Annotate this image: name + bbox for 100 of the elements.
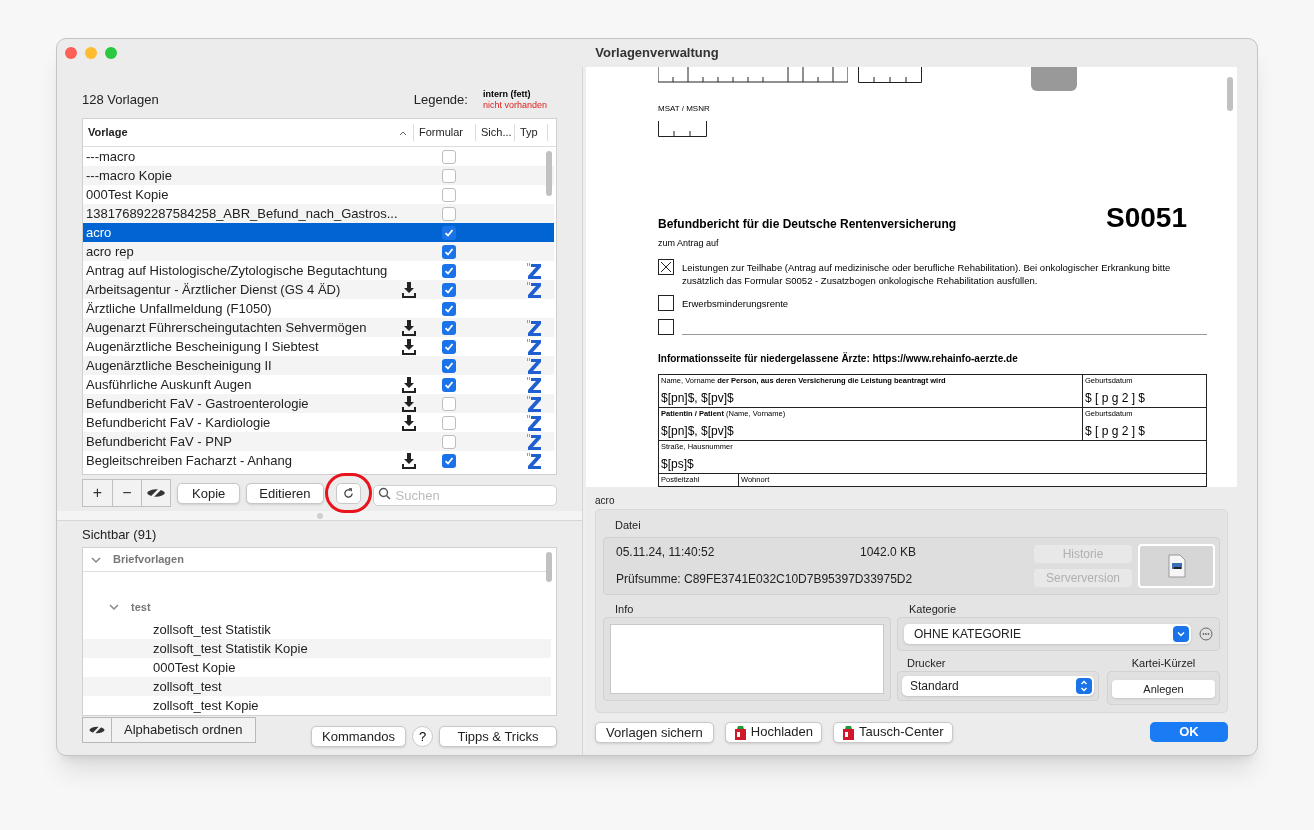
checkbox[interactable] <box>442 453 456 468</box>
tree-item[interactable]: zollsoft_test Statistik Kopie <box>83 639 551 658</box>
search-field[interactable]: Suchen <box>372 484 557 506</box>
z-logo-icon <box>526 337 542 356</box>
copy-button[interactable]: Kopie <box>177 482 241 504</box>
template-name: Befundbericht FaV - Gastroenterologie <box>85 394 310 413</box>
checkbox[interactable] <box>442 396 456 411</box>
file-label: Datei <box>614 518 642 533</box>
commands-button[interactable]: Kommandos <box>311 726 406 747</box>
tree-item[interactable]: zollsoft_test Statistik <box>83 620 551 639</box>
chevron-icon[interactable] <box>91 554 101 565</box>
checkbox[interactable] <box>442 377 456 392</box>
template-row[interactable]: 138176892287584258_ABR_Befund_nach_Gastros... <box>83 204 554 223</box>
field-value: $ [ p g 2 ] $ <box>1085 422 1147 440</box>
z-logo-icon <box>526 356 542 375</box>
file-preview[interactable] <box>1138 543 1215 588</box>
template-row[interactable]: acro <box>83 223 554 242</box>
group-label: test <box>131 599 151 615</box>
tips-button[interactable]: Tipps & Tricks <box>439 726 557 747</box>
checkbox[interactable] <box>442 168 456 183</box>
template-row[interactable]: Augenarzt Führerscheingutachten Sehvermögen <box>83 318 554 337</box>
checkbox[interactable] <box>442 263 456 278</box>
exchange-center-button[interactable]: Tausch-Center <box>833 721 953 743</box>
template-name: Augenärztliche Bescheinigung I Siebtest <box>85 337 320 356</box>
create-button[interactable]: Anlegen <box>1112 679 1215 698</box>
scrollbar-thumb[interactable] <box>1227 77 1233 111</box>
gift-bag-icon <box>842 724 855 740</box>
z-logo-icon <box>526 413 542 432</box>
tree-item[interactable]: 000Test Kopie <box>83 658 551 677</box>
category-label: Kategorie <box>908 601 958 615</box>
template-name: 138176892287584258_ABR_Befund_nach_Gastros... <box>85 204 399 223</box>
checkbox[interactable] <box>442 339 456 354</box>
window-title: Vorlagenverwaltung <box>595 44 719 63</box>
column-header[interactable]: Formular <box>413 124 475 141</box>
field-value: $[ps]$ <box>661 455 695 473</box>
group-label: Briefvorlagen <box>113 552 184 568</box>
scrollbar-thumb[interactable] <box>546 552 552 582</box>
z-logo-icon <box>526 318 542 337</box>
add-button[interactable]: + <box>83 480 112 506</box>
tree-item[interactable]: zollsoft_test Kopie <box>83 696 551 715</box>
tree-item[interactable]: zollsoft_test <box>83 677 551 696</box>
legend-bold: intern (fett) <box>482 89 532 100</box>
checkbox[interactable] <box>442 320 456 335</box>
checkbox[interactable] <box>442 149 456 164</box>
save-templates-button[interactable]: Vorlagen sichern <box>595 721 714 743</box>
file-date: 05.11.24, 11:40:52 <box>616 544 716 561</box>
edit-button[interactable]: Editieren <box>246 482 324 504</box>
template-name: ---macro <box>85 147 137 166</box>
template-row[interactable]: acro rep <box>83 242 554 261</box>
template-row[interactable]: Arbeitsagentur - Ärztlicher Dienst (GS 4 ÄD) <box>83 280 554 299</box>
template-row[interactable]: ---macro Kopie <box>83 166 554 185</box>
checkbox[interactable] <box>442 244 456 259</box>
download-icon <box>402 376 416 393</box>
printer-label: Drucker <box>906 655 947 669</box>
checkbox[interactable] <box>442 358 456 373</box>
checkbox[interactable] <box>442 301 456 316</box>
checkbox[interactable] <box>442 206 456 221</box>
template-name: acro <box>595 494 616 507</box>
checkbox[interactable] <box>442 187 456 202</box>
checkbox[interactable] <box>442 415 456 430</box>
checkbox[interactable] <box>442 282 456 297</box>
template-name: acro rep <box>85 242 135 261</box>
info-field[interactable] <box>610 623 884 694</box>
checkbox[interactable] <box>442 434 456 449</box>
help-button[interactable]: ? <box>412 726 433 747</box>
close-window-button[interactable] <box>65 47 77 59</box>
scrollbar-thumb[interactable] <box>546 151 552 196</box>
chevron-down-icon <box>1173 625 1189 642</box>
download-icon <box>402 319 416 336</box>
column-header[interactable]: Typ <box>514 124 548 141</box>
visible-count: Sichtbar (91) <box>82 527 158 543</box>
short-label: Kartei-Kürzel <box>1130 655 1197 669</box>
template-name: Ärztliche Unfallmeldung (F1050) <box>85 299 273 318</box>
checksum: Prüfsumme: C89FE3741E032C10D7B95397D33975D2 <box>616 571 914 588</box>
printer-select[interactable]: Standard <box>902 675 1094 696</box>
template-name: Arbeitsagentur - Ärztlicher Dienst (GS 4 ÄD) <box>85 280 342 299</box>
template-row[interactable]: Augenärztliche Bescheinigung II <box>83 356 554 375</box>
more-icon[interactable] <box>1199 626 1213 641</box>
download-icon <box>402 281 416 298</box>
template-row[interactable]: Befundbericht FaV - Gastroenterologie <box>83 394 554 413</box>
search-icon <box>377 486 391 500</box>
template-name: Ausführliche Auskunft Augen <box>85 375 253 394</box>
zoom-window-button[interactable] <box>105 47 117 59</box>
column-header[interactable]: Vorlage <box>83 124 399 141</box>
field-value: $[pn]$, $[pv]$ <box>661 422 735 440</box>
checkbox[interactable] <box>442 225 456 240</box>
category-select[interactable]: OHNE KATEGORIE <box>904 623 1191 644</box>
z-logo-icon <box>526 261 542 280</box>
template-row[interactable]: Befundbericht FaV - PNP <box>83 432 554 451</box>
upload-button[interactable]: Hochladen <box>724 721 822 743</box>
eye-slash-icon <box>146 486 166 500</box>
refresh-button[interactable] <box>335 482 361 504</box>
remove-button[interactable]: − <box>112 480 141 506</box>
ok-button[interactable]: OK <box>1150 722 1228 742</box>
info-label: Info <box>614 601 635 615</box>
download-icon <box>402 338 416 355</box>
column-header[interactable]: Sich... <box>475 124 514 141</box>
chevron-icon[interactable] <box>109 602 119 612</box>
field-value: $[pn]$, $[pv]$ <box>661 389 735 407</box>
stepper-icon <box>1076 677 1092 694</box>
